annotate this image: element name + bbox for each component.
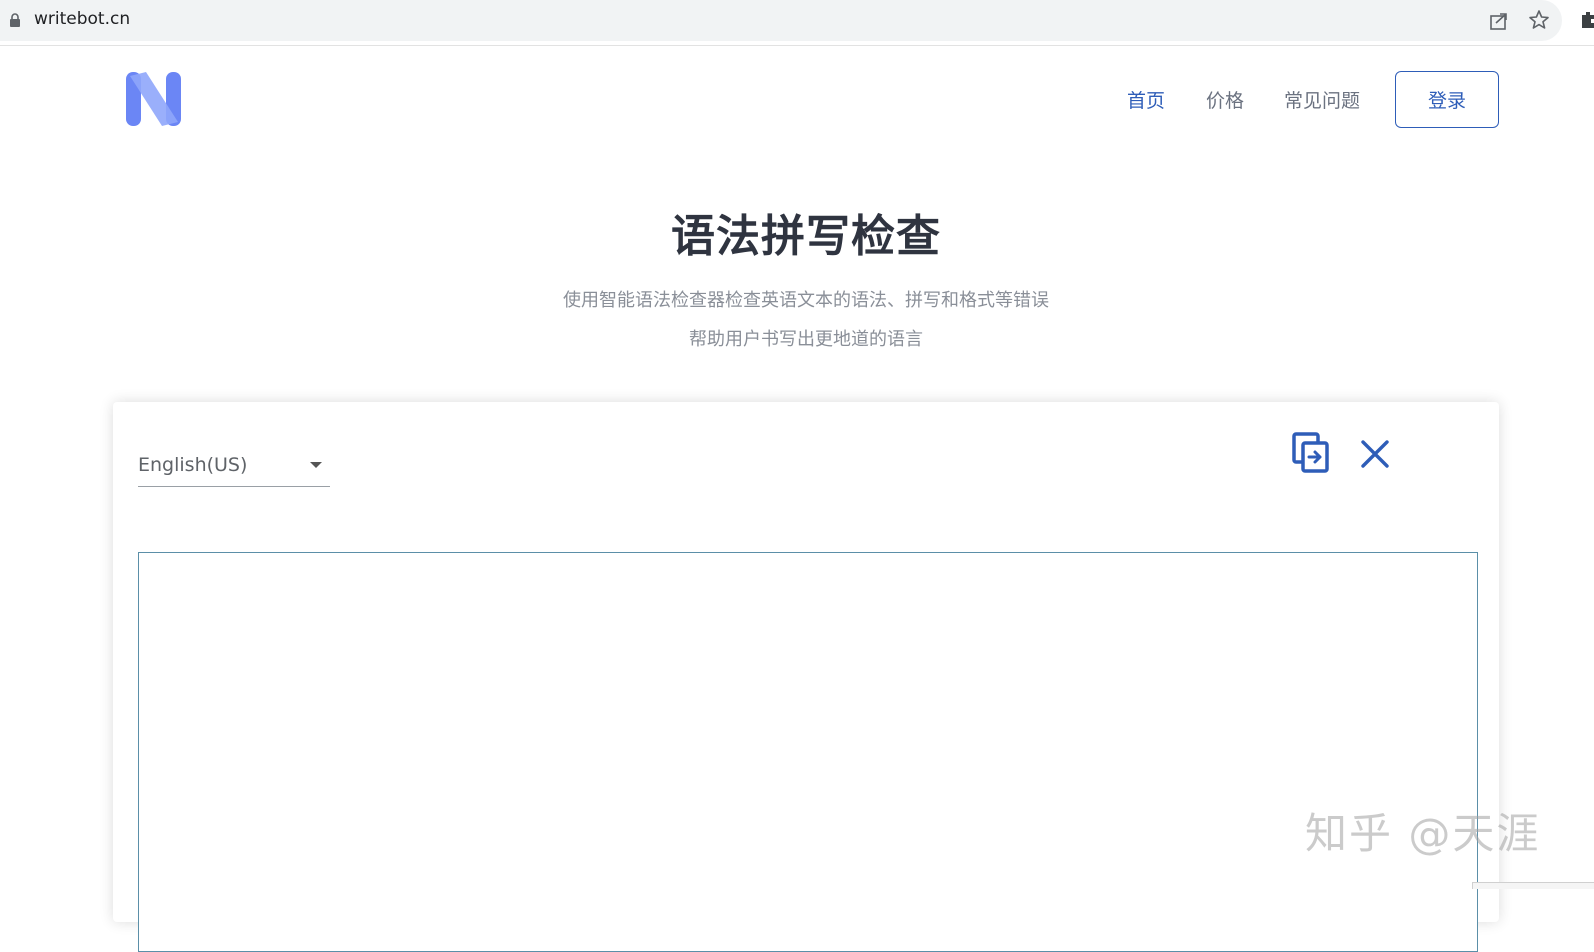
login-button[interactable]: 登录 — [1395, 71, 1499, 128]
copy-icon[interactable] — [1292, 432, 1330, 474]
url-text[interactable]: writebot.cn — [34, 9, 130, 29]
nav-home[interactable]: 首页 — [1127, 86, 1165, 113]
nav-faq[interactable]: 常见问题 — [1284, 86, 1360, 113]
nav-price[interactable]: 价格 — [1206, 86, 1244, 113]
dropdown-caret-icon — [310, 462, 322, 468]
page-subtitle-line1: 使用智能语法检查器检查英语文本的语法、拼写和格式等错误 — [563, 290, 1049, 311]
bookmark-star-icon[interactable] — [1528, 9, 1550, 31]
lock-icon[interactable] — [9, 13, 21, 27]
watermark: 知乎 @天涯 — [1305, 809, 1541, 858]
share-icon[interactable] — [1488, 10, 1510, 32]
close-icon[interactable] — [1361, 440, 1389, 468]
extension-icon[interactable] — [1580, 10, 1594, 30]
page-subtitle-line2: 帮助用户书写出更地道的语言 — [689, 329, 923, 350]
text-input-area[interactable] — [138, 552, 1478, 952]
language-select[interactable]: English(US) — [138, 442, 330, 487]
language-select-value: English(US) — [138, 454, 248, 476]
browser-address-bar: writebot.cn — [0, 0, 1594, 46]
logo-icon[interactable] — [126, 72, 182, 128]
omnibox[interactable]: writebot.cn — [0, 0, 1562, 41]
page-title: 语法拼写检查 — [671, 211, 941, 262]
editor-card: English(US) — [113, 402, 1499, 952]
